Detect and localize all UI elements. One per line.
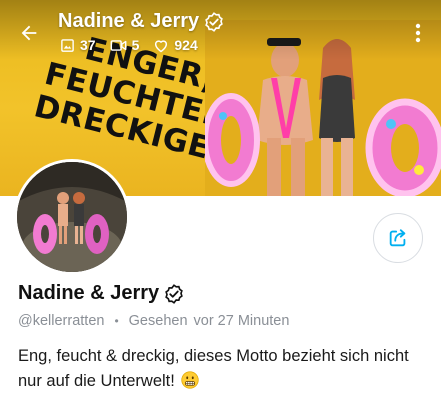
header-name: Nadine & Jerry <box>58 10 200 32</box>
arrow-left-icon <box>21 25 37 41</box>
avatar[interactable] <box>14 159 130 275</box>
verified-badge-icon <box>165 283 183 304</box>
last-seen-time: vor 27 Minuten <box>193 313 290 329</box>
more-options-button[interactable] <box>406 18 430 48</box>
share-button[interactable] <box>373 213 423 263</box>
profile-name-text: Nadine & Jerry <box>18 282 160 304</box>
last-seen-label: Gesehen <box>128 313 188 329</box>
photo-count[interactable]: 37 <box>60 37 96 53</box>
image-icon <box>61 38 74 52</box>
photo-count-value: 37 <box>80 37 96 53</box>
top-bar: Nadine & Jerry 37 5 924 <box>0 0 441 62</box>
profile-name: Nadine & Jerry <box>18 282 184 305</box>
avatar-photo <box>17 162 127 272</box>
profile-bio: Eng, feucht & dreckig, dieses Motto bezi… <box>18 344 433 394</box>
profile-meta: @kellerratten • Gesehen vor 27 Minuten <box>18 313 289 329</box>
like-count[interactable]: 924 <box>153 37 198 53</box>
header-stats: 37 5 924 <box>60 37 212 53</box>
video-icon <box>110 39 126 51</box>
video-count[interactable]: 5 <box>110 37 140 53</box>
more-vertical-icon <box>415 23 421 43</box>
video-count-value: 5 <box>131 37 140 53</box>
like-count-value: 924 <box>174 37 198 53</box>
share-icon <box>389 229 406 247</box>
verified-badge-icon <box>205 11 223 32</box>
back-button[interactable] <box>14 18 44 48</box>
heart-icon <box>155 39 168 52</box>
bio-text: Eng, feucht & dreckig, dieses Motto bezi… <box>18 347 409 390</box>
header-title: Nadine & Jerry <box>58 10 224 33</box>
username: @kellerratten <box>18 313 105 329</box>
grimace-emoji-icon <box>181 371 200 389</box>
meta-separator: • <box>114 314 119 328</box>
